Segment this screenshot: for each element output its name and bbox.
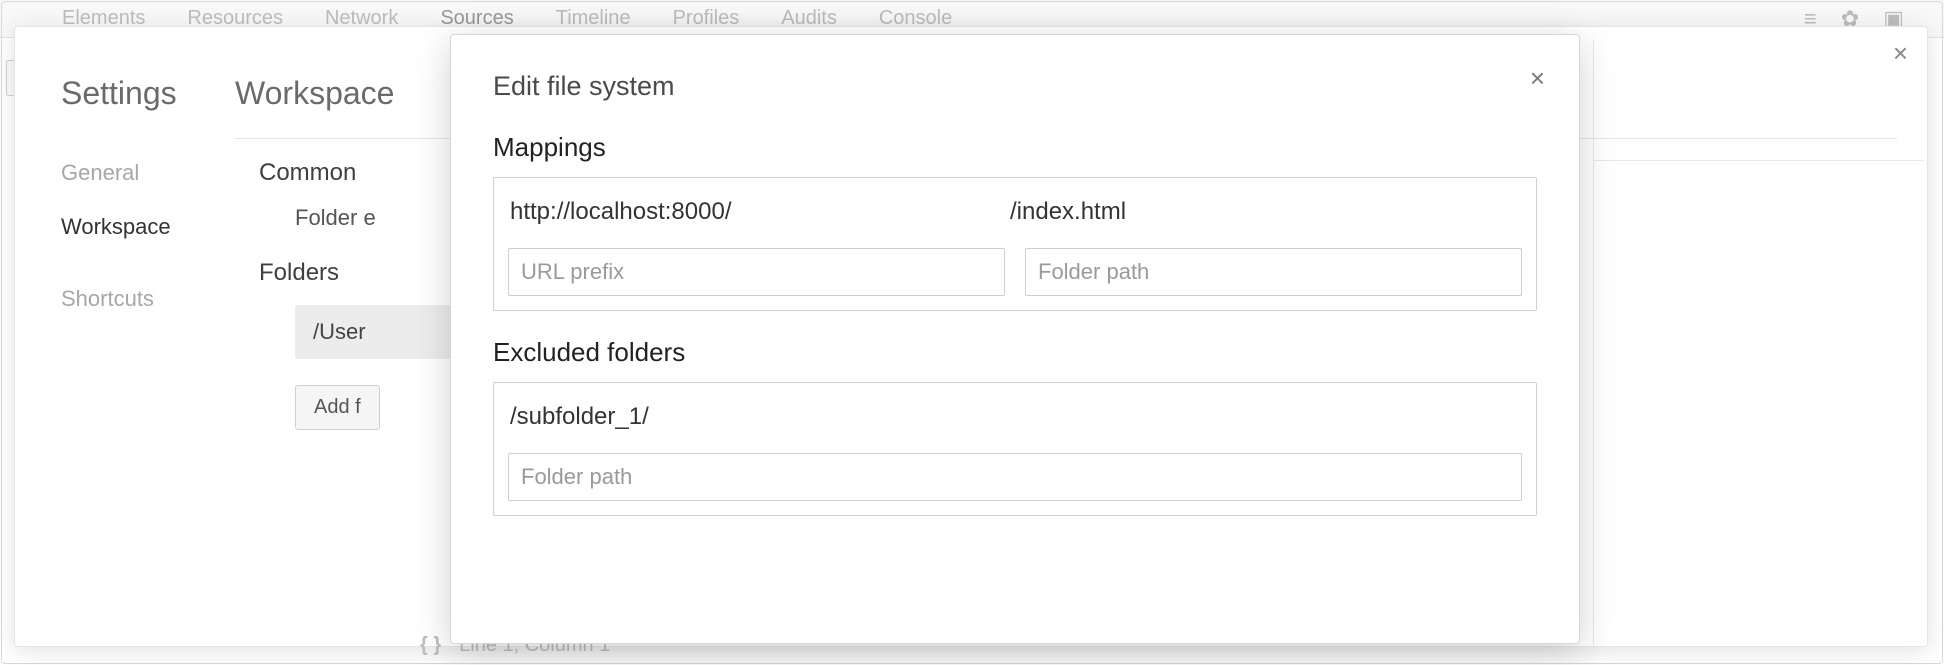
- excluded-folder-path-input[interactable]: [508, 453, 1522, 501]
- mappings-heading: Mappings: [493, 132, 1537, 163]
- mapping-row[interactable]: http://localhost:8000/ /index.html: [508, 190, 1522, 248]
- right-pane-rule: [1594, 160, 1924, 161]
- mapping-folder-path-input[interactable]: [1025, 248, 1522, 296]
- settings-close-icon[interactable]: ×: [1893, 40, 1908, 66]
- mapping-path: /index.html: [1010, 198, 1520, 226]
- pretty-print-icon[interactable]: { }: [420, 634, 441, 657]
- excluded-folders-box: /subfolder_1/: [493, 382, 1537, 516]
- settings-nav-shortcuts[interactable]: Shortcuts: [61, 286, 235, 312]
- dialog-title: Edit file system: [493, 71, 1537, 102]
- mapping-url: http://localhost:8000/: [510, 198, 1010, 226]
- excluded-folders-heading: Excluded folders: [493, 337, 1537, 368]
- url-prefix-input[interactable]: [508, 248, 1005, 296]
- add-folder-button[interactable]: Add f: [295, 385, 380, 430]
- edit-file-system-dialog: × Edit file system Mappings http://local…: [450, 34, 1580, 644]
- right-pane-divider: [1593, 40, 1594, 645]
- settings-nav-workspace[interactable]: Workspace: [61, 214, 235, 240]
- settings-title: Settings: [61, 75, 235, 112]
- dialog-close-icon[interactable]: ×: [1530, 65, 1545, 91]
- settings-sidebar: Settings General Workspace Shortcuts: [15, 27, 235, 646]
- settings-nav-general[interactable]: General: [61, 160, 235, 186]
- mappings-box: http://localhost:8000/ /index.html: [493, 177, 1537, 311]
- excluded-folder-row[interactable]: /subfolder_1/: [508, 395, 1522, 453]
